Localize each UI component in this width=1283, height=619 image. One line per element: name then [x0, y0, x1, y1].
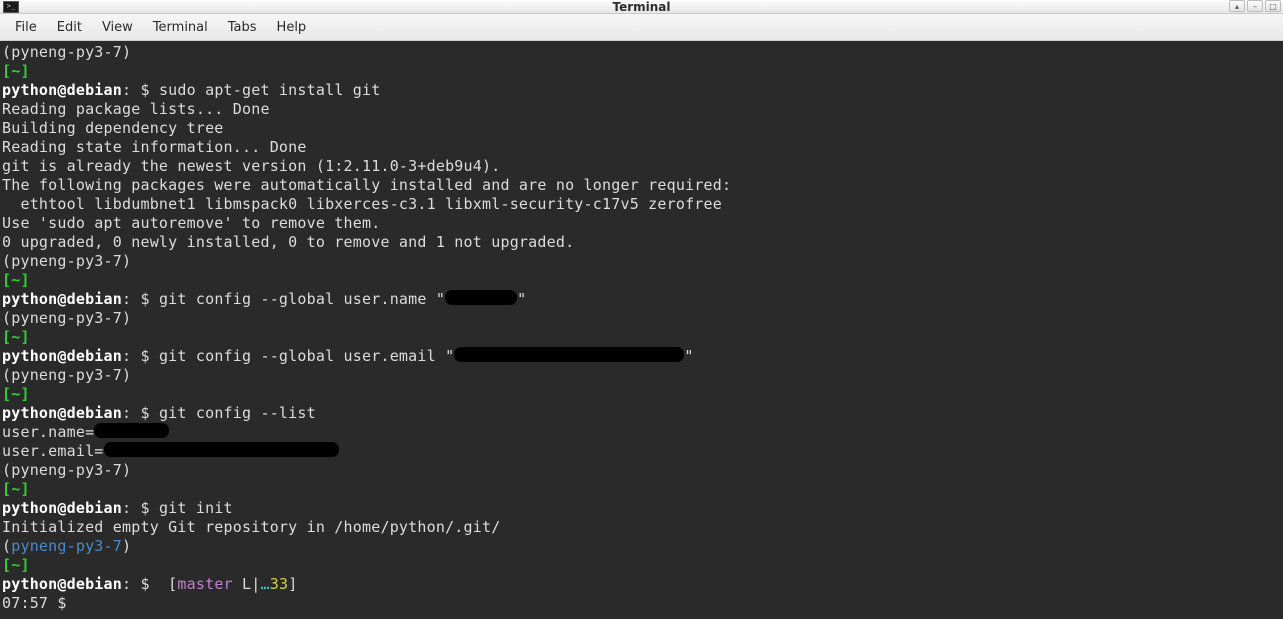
apt-output: Reading package lists... Done — [2, 100, 270, 118]
config-email-line: user.email= — [2, 442, 104, 460]
prompt-sep: : $ — [122, 499, 159, 517]
apt-output: ethtool libdumbnet1 libmspack0 libxerces… — [2, 195, 722, 213]
venv-line: (pyneng-py3-7) — [2, 43, 131, 61]
userhost: python@debian — [2, 347, 122, 365]
userhost: python@debian — [2, 404, 122, 422]
apt-output: 0 upgraded, 0 newly installed, 0 to remo… — [2, 233, 574, 251]
menu-view[interactable]: View — [92, 16, 143, 39]
terminal-icon: >_ — [3, 1, 19, 13]
redacted-config-name — [94, 423, 169, 438]
userhost: python@debian — [2, 575, 122, 593]
venv-line: (pyneng-py3-7) — [2, 252, 131, 270]
cwd-line: [~] — [2, 62, 30, 80]
time-prompt: 07:57 $ — [2, 594, 76, 612]
cwd-line: [~] — [2, 480, 30, 498]
venv-paren-open: ( — [2, 537, 11, 555]
space — [159, 575, 168, 593]
prompt-sep: : $ — [122, 290, 159, 308]
apt-output: Building dependency tree — [2, 119, 224, 137]
config-name-line: user.name= — [2, 423, 94, 441]
redacted-name — [445, 290, 517, 305]
prompt-sep: : $ — [122, 81, 159, 99]
titlebar: >_ Terminal ▴ – □ — [0, 0, 1283, 14]
cmd-git-config-name: git config --global user.name " — [159, 290, 445, 308]
userhost: python@debian — [2, 81, 122, 99]
apt-output: git is already the newest version (1:2.1… — [2, 157, 500, 175]
venv-paren-close: ) — [122, 537, 131, 555]
redacted-config-email — [104, 442, 339, 457]
menubar: File Edit View Terminal Tabs Help — [0, 14, 1283, 41]
menu-terminal[interactable]: Terminal — [143, 16, 218, 39]
git-branch: master — [177, 575, 232, 593]
maximize-button[interactable]: □ — [1265, 0, 1281, 12]
venv-line: (pyneng-py3-7) — [2, 366, 131, 384]
cmd-git-init: git init — [159, 499, 233, 517]
minimize-button[interactable]: – — [1247, 0, 1263, 12]
window-controls: ▴ – □ — [1229, 0, 1281, 12]
branch-ellipsis: … — [261, 575, 270, 593]
git-init-output: Initialized empty Git repository in /hom… — [2, 518, 500, 536]
menu-edit[interactable]: Edit — [47, 16, 92, 39]
apt-output: The following packages were automaticall… — [2, 176, 731, 194]
cmd-git-config-email: git config --global user.email " — [159, 347, 454, 365]
menu-help[interactable]: Help — [267, 16, 317, 39]
cmd-quote-close: " — [517, 290, 526, 308]
cwd-line: [~] — [2, 385, 30, 403]
menu-file[interactable]: File — [5, 16, 47, 39]
redacted-email — [454, 347, 684, 362]
userhost: python@debian — [2, 290, 122, 308]
prompt-sep: : $ — [122, 404, 159, 422]
prompt-sep: : $ — [122, 347, 159, 365]
branch-close: ] — [288, 575, 297, 593]
window-title: Terminal — [612, 0, 670, 14]
venv-inner: pyneng-py3-7 — [11, 537, 122, 555]
menu-tabs[interactable]: Tabs — [218, 16, 267, 39]
cwd-line: [~] — [2, 556, 30, 574]
cwd-line: [~] — [2, 328, 30, 346]
cmd-quote-close: " — [684, 347, 693, 365]
rollup-button[interactable]: ▴ — [1229, 0, 1245, 12]
apt-output: Reading state information... Done — [2, 138, 307, 156]
terminal-output[interactable]: (pyneng-py3-7) [~] python@debian: $ sudo… — [0, 41, 1283, 619]
cwd-line: [~] — [2, 271, 30, 289]
branch-mid: L| — [233, 575, 261, 593]
cmd-git-config-list: git config --list — [159, 404, 316, 422]
venv-line: (pyneng-py3-7) — [2, 461, 131, 479]
branch-count: 33 — [270, 575, 288, 593]
apt-output: Use 'sudo apt autoremove' to remove them… — [2, 214, 380, 232]
venv-line: (pyneng-py3-7) — [2, 309, 131, 327]
userhost: python@debian — [2, 499, 122, 517]
prompt-sep: : $ — [122, 575, 159, 593]
cmd-install-git: sudo apt-get install git — [159, 81, 381, 99]
